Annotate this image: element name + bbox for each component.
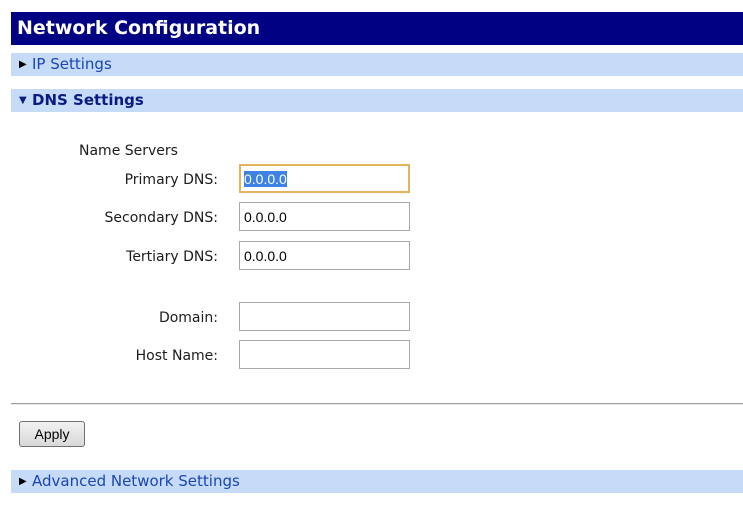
domain-label: Domain: — [158, 310, 218, 326]
triangle-down-icon: ▼ — [19, 95, 27, 106]
host-name-input[interactable] — [239, 340, 410, 369]
page-title: Network Configuration — [11, 12, 743, 45]
host-name-label: Host Name: — [135, 348, 218, 364]
section-ip-settings-label: IP Settings — [32, 55, 112, 73]
tertiary-dns-input[interactable] — [239, 241, 410, 270]
triangle-right-icon: ▶ — [19, 59, 27, 70]
tertiary-dns-label: Tertiary DNS: — [126, 249, 218, 265]
primary-dns-label: Primary DNS: — [124, 172, 218, 188]
triangle-right-icon: ▶ — [19, 476, 27, 487]
domain-input[interactable] — [239, 302, 410, 331]
secondary-dns-input[interactable] — [239, 202, 410, 231]
primary-dns-input[interactable] — [239, 164, 410, 193]
apply-button[interactable]: Apply — [19, 421, 85, 447]
section-ip-settings[interactable]: ▶ IP Settings — [11, 53, 743, 76]
section-dns-settings[interactable]: ▼ DNS Settings — [11, 89, 743, 112]
section-advanced-network-settings-label: Advanced Network Settings — [32, 472, 240, 490]
section-dns-settings-label: DNS Settings — [32, 91, 144, 109]
secondary-dns-label: Secondary DNS: — [104, 210, 218, 226]
name-servers-label: Name Servers — [79, 143, 178, 159]
section-advanced-network-settings[interactable]: ▶ Advanced Network Settings — [11, 470, 743, 493]
divider — [11, 403, 743, 405]
